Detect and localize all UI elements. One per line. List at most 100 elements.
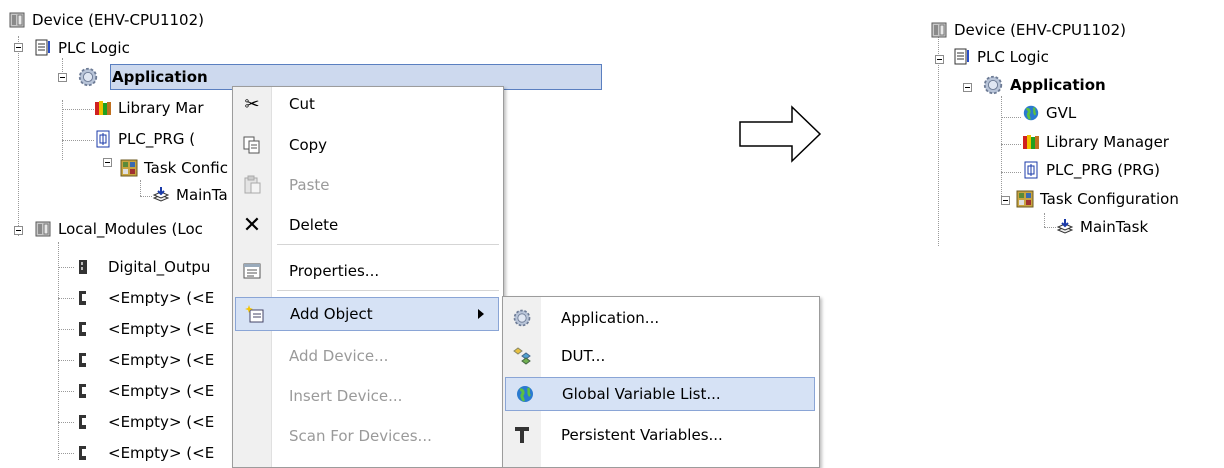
menu-item-properties[interactable]: Properties... — [233, 254, 503, 288]
tree-item-plc-prg[interactable]: PLC_PRG (PRG) — [1022, 159, 1160, 181]
tree-item-device[interactable]: Device (EHV-CPU1102) — [930, 19, 1126, 41]
tree-item-application[interactable]: Application — [982, 74, 1106, 96]
tree-item-label: PLC_PRG (PRG) — [1046, 161, 1161, 179]
tree-item-device[interactable]: Device (EHV-CPU1102) — [8, 9, 204, 31]
program-icon — [94, 130, 112, 148]
menu-item-label: Paste — [289, 176, 330, 194]
submenu-item-dut[interactable]: DUT... — [503, 339, 819, 373]
collapse-toggle[interactable] — [14, 226, 23, 235]
tree-item-digital-output[interactable]: Digital_Outpu — [74, 256, 210, 278]
menu-item-label: Add Device... — [289, 347, 389, 365]
collapse-toggle[interactable] — [14, 43, 23, 52]
tree-item-label: <Empty> (<E — [108, 382, 215, 400]
tree-line — [1044, 213, 1045, 227]
tree-item-application[interactable]: Application — [76, 66, 208, 88]
menu-item-cut[interactable]: ✂ Cut — [233, 87, 503, 121]
context-menu: ✂ Cut Copy Paste ✕ Delete Properties... … — [232, 86, 504, 468]
tree-item-label: PLC Logic — [58, 39, 130, 57]
tree-item-label: Task Configuration — [1040, 190, 1179, 208]
empty-slot-icon — [74, 351, 92, 369]
menu-item-delete[interactable]: ✕ Delete — [233, 208, 503, 242]
tree-item-plc-logic[interactable]: PLC Logic — [953, 46, 1049, 68]
tree-item-maintask[interactable]: MainTask — [1056, 216, 1148, 238]
tree-item-library-manager[interactable]: Library Manager — [1022, 131, 1169, 153]
empty-slot-icon — [74, 444, 92, 462]
empty-slot-icon — [74, 289, 92, 307]
copy-icon — [241, 134, 263, 156]
tree-line — [1001, 96, 1002, 204]
tree-item-local-modules[interactable]: Local_Modules (Loc — [34, 218, 203, 240]
menu-item-insert-device[interactable]: Insert Device... — [233, 379, 503, 413]
device-icon — [8, 11, 26, 29]
tree-line — [58, 242, 59, 460]
properties-icon — [241, 260, 263, 282]
menu-item-label: Global Variable List... — [562, 385, 721, 403]
submenu-item-persistent-variables[interactable]: Persistent Variables... — [503, 418, 819, 452]
submenu-item-global-variable-list[interactable]: Global Variable List... — [505, 377, 815, 411]
scissors-icon: ✂ — [244, 93, 260, 115]
library-icon — [94, 99, 112, 117]
add-object-submenu: Application... DUT... Global Variable Li… — [502, 296, 820, 468]
empty-slot-icon — [74, 320, 92, 338]
tree-line — [62, 109, 94, 110]
tree-line — [62, 140, 94, 141]
menu-item-copy[interactable]: Copy — [233, 128, 503, 162]
tree-item-task-configuration[interactable]: Task Confic — [120, 157, 228, 179]
tree-item-task-configuration[interactable]: Task Configuration — [1016, 188, 1179, 210]
menu-item-label: Properties... — [289, 262, 380, 280]
tree-item-empty-slot[interactable]: <Empty> (<E — [74, 442, 214, 464]
tree-item-label: <Empty> (<E — [108, 413, 215, 431]
collapse-toggle[interactable] — [103, 158, 112, 167]
collapse-toggle[interactable] — [963, 83, 972, 92]
menu-item-add-object[interactable]: Add Object — [235, 297, 499, 331]
menu-item-paste[interactable]: Paste — [233, 168, 503, 202]
tree-line — [1001, 117, 1021, 118]
paste-icon — [241, 174, 263, 196]
tree-item-plc-prg[interactable]: PLC_PRG ( — [94, 128, 195, 150]
menu-item-label: Delete — [289, 216, 339, 234]
add-object-icon — [244, 303, 266, 325]
globe-icon — [1022, 104, 1040, 122]
tree-line — [1044, 227, 1056, 228]
tree-item-label: Digital_Outpu — [108, 258, 211, 276]
program-icon — [1022, 161, 1040, 179]
tree-item-maintask[interactable]: MainTa — [152, 184, 228, 206]
tree-item-empty-slot[interactable]: <Empty> (<E — [74, 411, 214, 433]
tree-item-label: <Empty> (<E — [108, 320, 215, 338]
library-icon — [1022, 133, 1040, 151]
tree-line — [140, 180, 141, 196]
gear-icon — [76, 65, 100, 89]
collapse-toggle[interactable] — [58, 73, 67, 82]
transition-arrow-icon — [738, 104, 824, 168]
tree-item-label: PLC_PRG ( — [118, 130, 196, 148]
menu-item-label: Copy — [289, 136, 328, 154]
tree-line — [58, 453, 74, 454]
menu-item-add-device[interactable]: Add Device... — [233, 339, 503, 373]
tree-item-label: MainTask — [1080, 218, 1149, 236]
tree-item-gvl[interactable]: GVL — [1022, 102, 1076, 124]
tree-item-label: Local_Modules (Loc — [58, 220, 203, 238]
module-icon — [74, 258, 92, 276]
tree-item-empty-slot[interactable]: <Empty> (<E — [74, 287, 214, 309]
gear-icon — [982, 74, 1004, 96]
tree-item-empty-slot[interactable]: <Empty> (<E — [74, 318, 214, 340]
persistent-icon — [511, 424, 533, 446]
tree-line — [58, 329, 74, 330]
tree-item-empty-slot[interactable]: <Empty> (<E — [74, 380, 214, 402]
tree-item-library-manager[interactable]: Library Mar — [94, 97, 204, 119]
tree-item-empty-slot[interactable]: <Empty> (<E — [74, 349, 214, 371]
task-icon — [1056, 218, 1074, 236]
submenu-item-application[interactable]: Application... — [503, 301, 819, 335]
tree-item-plc-logic[interactable]: PLC Logic — [34, 37, 130, 59]
plc-logic-icon — [34, 39, 52, 57]
task-config-icon — [120, 159, 138, 177]
empty-slot-icon — [74, 413, 92, 431]
tree-line — [938, 36, 939, 246]
menu-item-label: Application... — [561, 309, 660, 327]
menu-item-scan-devices[interactable]: Scan For Devices... — [233, 419, 503, 453]
collapse-toggle[interactable] — [935, 55, 944, 64]
collapse-toggle[interactable] — [1001, 196, 1010, 205]
dut-icon — [511, 345, 533, 367]
tree-line — [1001, 172, 1021, 173]
tree-line — [58, 298, 74, 299]
